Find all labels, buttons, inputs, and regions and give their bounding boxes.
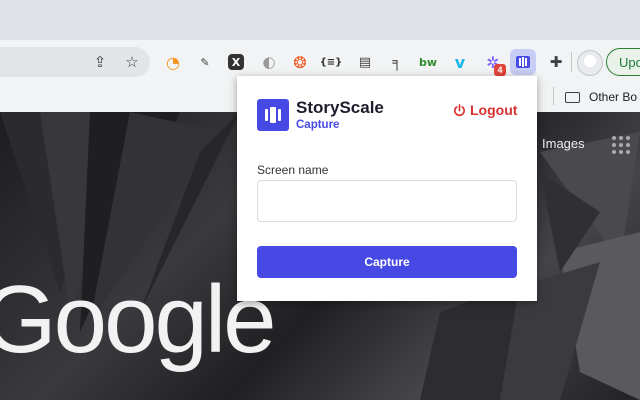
hub-icon[interactable]: ❂ <box>290 52 310 72</box>
vimeo-icon[interactable]: v <box>450 52 470 72</box>
extension-badge: 4 <box>494 64 506 76</box>
circle-icon[interactable]: ◐ <box>259 52 279 72</box>
folder-icon <box>565 91 580 103</box>
google-logo: Google <box>0 266 277 373</box>
star-icon[interactable]: ☆ <box>122 52 142 72</box>
power-icon <box>454 103 465 116</box>
slack-like-icon[interactable]: ╕ <box>387 52 407 72</box>
screen-name-input[interactable] <box>257 180 517 222</box>
x-icon[interactable]: X <box>228 54 244 70</box>
document-icon[interactable]: ▤ <box>355 52 375 72</box>
share-icon[interactable]: ⇪ <box>90 52 110 72</box>
images-link[interactable]: Images <box>542 136 585 151</box>
brand-subtitle: Capture <box>296 119 340 131</box>
notepad-icon[interactable]: ✎ <box>195 52 215 72</box>
bookmark-folder-label: Other Bo <box>589 90 638 104</box>
tab-strip <box>0 0 640 40</box>
bookmark-folder-other[interactable]: Other Bo <box>565 88 637 106</box>
storyscale-icon[interactable] <box>510 49 536 75</box>
avatar[interactable] <box>577 50 603 76</box>
storyscale-logo-icon <box>257 99 289 131</box>
code-braces-icon[interactable]: {≡} <box>320 52 343 72</box>
logout-button[interactable]: Logout <box>453 102 517 118</box>
logout-label: Logout <box>470 102 518 118</box>
puzzle-icon[interactable]: ✚ <box>546 52 566 72</box>
screen-name-label: Screen name <box>257 163 329 177</box>
apps-grid-icon[interactable] <box>612 136 632 156</box>
brand-name: StoryScale <box>296 98 384 117</box>
toolbar-divider <box>571 52 572 72</box>
rss-icon[interactable]: ◔ <box>163 52 183 72</box>
capture-button[interactable]: Capture <box>257 246 517 278</box>
update-button[interactable]: Upd <box>606 48 640 76</box>
storyscale-popup: StoryScale Capture Logout Screen name Ca… <box>237 76 537 301</box>
bw-icon[interactable]: bw <box>418 52 438 72</box>
bookmarks-divider <box>553 87 554 105</box>
